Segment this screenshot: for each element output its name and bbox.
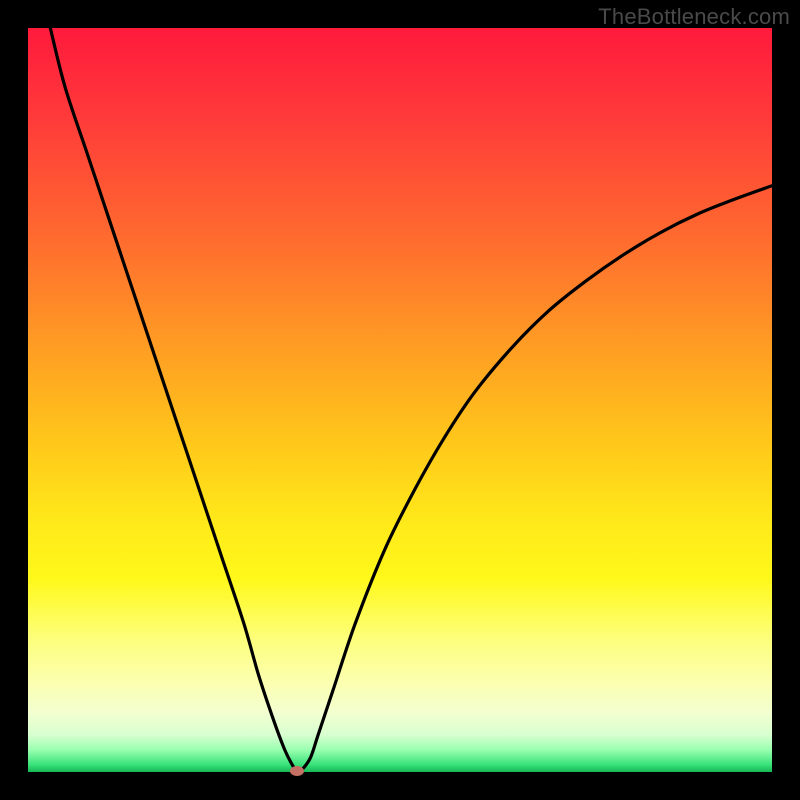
bottleneck-curve: [28, 28, 772, 772]
plot-area: [28, 28, 772, 772]
chart-frame: TheBottleneck.com: [0, 0, 800, 800]
watermark-text: TheBottleneck.com: [598, 4, 790, 30]
minimum-marker: [290, 766, 304, 776]
